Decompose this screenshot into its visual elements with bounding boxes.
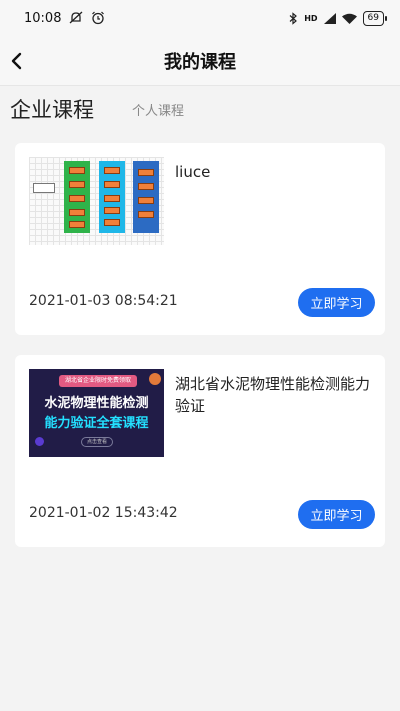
course-thumbnail <box>29 157 164 245</box>
bluetooth-icon <box>289 11 298 25</box>
course-thumbnail: 湖北省企业限时免费领取 水泥物理性能检测 能力验证全套课程 点击查看 <box>29 369 164 457</box>
thumbnail-banner: 湖北省企业限时免费领取 <box>59 375 137 387</box>
signal-icon <box>323 12 336 24</box>
course-title: 湖北省水泥物理性能检测能力验证 <box>175 375 371 415</box>
status-time: 10:08 <box>24 10 62 26</box>
thumbnail-headline: 水泥物理性能检测 <box>44 396 149 411</box>
battery-level: 69 <box>367 12 379 23</box>
course-date: 2021-01-02 15:43:42 <box>29 505 178 521</box>
course-card[interactable]: liuce 2021-01-03 08:54:21 立即学习 <box>15 143 385 335</box>
course-title: liuce <box>175 163 211 181</box>
tab-personal-courses[interactable]: 个人课程 <box>132 100 184 119</box>
study-now-button[interactable]: 立即学习 <box>298 288 375 317</box>
battery-icon: 69 <box>362 10 388 26</box>
chevron-left-icon[interactable] <box>6 50 28 72</box>
thumbnail-subheadline: 能力验证全套课程 <box>44 416 149 431</box>
thumbnail-chip: 点击查看 <box>81 437 113 447</box>
course-tabs: 企业课程 个人课程 <box>0 86 400 138</box>
navbar: 我的课程 <box>0 36 400 86</box>
course-card[interactable]: 湖北省企业限时免费领取 水泥物理性能检测 能力验证全套课程 点击查看 湖北省水泥… <box>15 355 385 547</box>
page-title: 我的课程 <box>164 51 236 73</box>
notification-off-icon <box>70 11 83 24</box>
course-date: 2021-01-03 08:54:21 <box>29 293 178 309</box>
alarm-icon <box>92 11 105 25</box>
status-bar: 10:08 HD 69 <box>0 0 400 36</box>
network-type-label: HD <box>304 13 318 23</box>
wifi-icon <box>341 13 357 24</box>
study-now-button[interactable]: 立即学习 <box>298 500 375 529</box>
tab-enterprise-courses[interactable]: 企业课程 <box>10 94 94 124</box>
